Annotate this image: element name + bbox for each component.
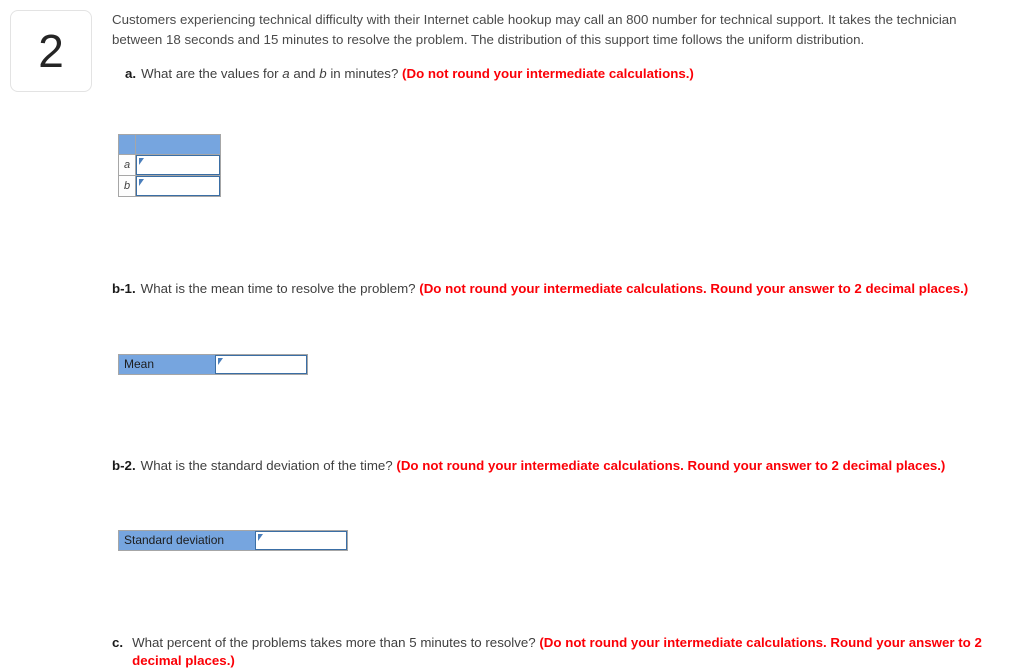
part-b1-note: (Do not round your intermediate calculat… bbox=[419, 281, 969, 296]
part-a-variable-b: b bbox=[319, 66, 327, 81]
table-header-value-cell bbox=[135, 134, 221, 155]
part-b1: b-1. What is the mean time to resolve th… bbox=[112, 280, 1002, 298]
mean-answer-row: Mean bbox=[118, 354, 308, 375]
mean-answer-input[interactable] bbox=[215, 355, 307, 374]
part-a-text-2: and bbox=[289, 66, 320, 81]
standard-deviation-answer-input[interactable] bbox=[255, 531, 347, 550]
standard-deviation-answer-cell[interactable] bbox=[255, 531, 347, 550]
question-stem: Customers experiencing technical difficu… bbox=[112, 12, 957, 47]
table-row: a bbox=[118, 154, 221, 176]
part-c-text: What percent of the problems takes more … bbox=[132, 635, 540, 650]
mean-row-label: Mean bbox=[119, 355, 215, 374]
answer-cell-b[interactable] bbox=[135, 175, 221, 197]
part-b1-body: What is the mean time to resolve the pro… bbox=[136, 280, 969, 298]
answer-cell-a[interactable] bbox=[135, 154, 221, 176]
part-b1-text: What is the mean time to resolve the pro… bbox=[140, 281, 420, 296]
part-a-variable-a: a bbox=[282, 66, 290, 81]
row-label-b: b bbox=[118, 175, 136, 197]
cursor-caret-icon bbox=[218, 358, 223, 365]
part-c-body: What percent of the problems takes more … bbox=[127, 634, 1002, 669]
part-a-text-1: What are the values for bbox=[141, 66, 283, 81]
part-b2-body: What is the standard deviation of the ti… bbox=[136, 457, 946, 475]
part-a: a. What are the values for a and b in mi… bbox=[112, 65, 1012, 83]
part-a-answer-table: a b bbox=[118, 134, 221, 197]
part-b2: b-2. What is the standard deviation of t… bbox=[112, 457, 992, 475]
table-row: b bbox=[118, 175, 221, 197]
part-b2-text: What is the standard deviation of the ti… bbox=[140, 458, 397, 473]
question-number-badge: 2 bbox=[10, 10, 92, 92]
answer-input-a[interactable] bbox=[136, 155, 220, 175]
table-header-label-cell bbox=[118, 134, 136, 155]
part-c-label: c. bbox=[112, 635, 124, 650]
part-a-note: (Do not round your intermediate calculat… bbox=[402, 66, 694, 81]
part-a-body: What are the values for a and b in minut… bbox=[136, 65, 694, 83]
part-b2-note: (Do not round your intermediate calculat… bbox=[396, 458, 946, 473]
answer-input-b[interactable] bbox=[136, 176, 220, 196]
part-b1-label: b-1. bbox=[112, 281, 136, 296]
part-c: c. What percent of the problems takes mo… bbox=[112, 634, 1002, 669]
standard-deviation-answer-row: Standard deviation bbox=[118, 530, 348, 551]
part-a-text-3: in minutes? bbox=[326, 66, 403, 81]
cursor-caret-icon bbox=[139, 179, 144, 186]
standard-deviation-row-label: Standard deviation bbox=[119, 531, 255, 550]
question-content: Customers experiencing technical difficu… bbox=[112, 0, 1012, 197]
question-number: 2 bbox=[38, 25, 64, 77]
row-label-a: a bbox=[118, 154, 136, 176]
cursor-caret-icon bbox=[139, 158, 144, 165]
mean-answer-cell[interactable] bbox=[215, 355, 307, 374]
cursor-caret-icon bbox=[258, 534, 263, 541]
table-header-row bbox=[118, 134, 221, 155]
part-b2-label: b-2. bbox=[112, 458, 136, 473]
part-a-label: a. bbox=[125, 66, 137, 81]
